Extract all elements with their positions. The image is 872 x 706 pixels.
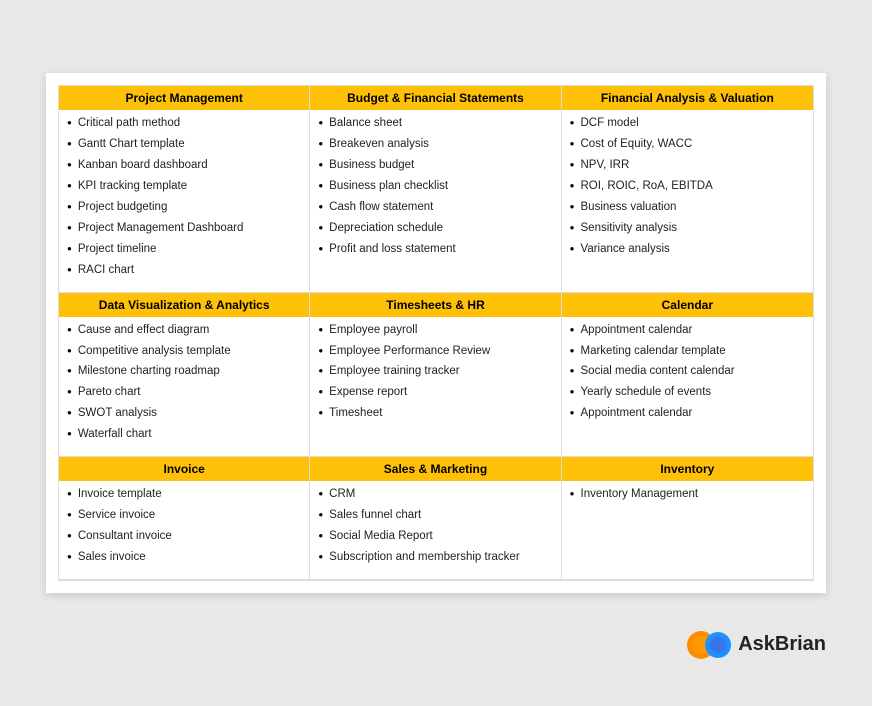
list-item[interactable]: KPI tracking template [67, 179, 301, 194]
section-body-calendar: Appointment calendar Marketing calendar t… [562, 317, 813, 436]
section-inventory: Inventory Inventory Management [562, 457, 813, 580]
list-item[interactable]: SWOT analysis [67, 406, 301, 421]
section-list-calendar: Appointment calendar Marketing calendar t… [570, 323, 805, 422]
section-header-project-management: Project Management [59, 86, 309, 110]
list-item[interactable]: Timesheet [318, 406, 552, 421]
list-item[interactable]: Subscription and membership tracker [318, 550, 552, 565]
section-body-inventory: Inventory Management [562, 481, 813, 516]
section-body-data-visualization: Cause and effect diagram Competitive anal… [59, 317, 309, 457]
section-list-inventory: Inventory Management [570, 487, 805, 502]
section-header-sales-marketing: Sales & Marketing [310, 457, 560, 481]
section-list-financial-analysis: DCF model Cost of Equity, WACC NPV, IRR ROI… [570, 116, 805, 257]
section-header-financial-analysis: Financial Analysis & Valuation [562, 86, 813, 110]
logo-icon [686, 627, 732, 663]
section-header-invoice: Invoice [59, 457, 309, 481]
section-project-management: Project Management Critical path method Ga… [59, 86, 310, 293]
list-item[interactable]: Cash flow statement [318, 200, 552, 215]
list-item[interactable]: Employee Performance Review [318, 344, 552, 359]
list-item[interactable]: CRM [318, 487, 552, 502]
list-item[interactable]: Project budgeting [67, 200, 301, 215]
section-list-project-management: Critical path method Gantt Chart template… [67, 116, 301, 278]
list-item[interactable]: Business valuation [570, 200, 805, 215]
list-item[interactable]: Breakeven analysis [318, 137, 552, 152]
list-item[interactable]: ROI, ROIC, RoA, EBITDA [570, 179, 805, 194]
list-item[interactable]: Waterfall chart [67, 427, 301, 442]
list-item[interactable]: Social Media Report [318, 529, 552, 544]
section-list-data-visualization: Cause and effect diagram Competitive anal… [67, 323, 301, 443]
section-sales-marketing: Sales & Marketing CRM Sales funnel chart So… [310, 457, 561, 580]
section-header-data-visualization: Data Visualization & Analytics [59, 293, 309, 317]
list-item[interactable]: Appointment calendar [570, 323, 805, 338]
list-item[interactable]: Social media content calendar [570, 364, 805, 379]
section-body-invoice: Invoice template Service invoice Consultan… [59, 481, 309, 579]
list-item[interactable]: Appointment calendar [570, 406, 805, 421]
list-item[interactable]: Cost of Equity, WACC [570, 137, 805, 152]
section-calendar: Calendar Appointment calendar Marketing ca… [562, 293, 813, 458]
list-item[interactable]: Sensitivity analysis [570, 221, 805, 236]
section-budget-financial: Budget & Financial Statements Balance she… [310, 86, 561, 293]
section-header-inventory: Inventory [562, 457, 813, 481]
main-grid: Project Management Critical path method Ga… [58, 85, 814, 581]
section-body-sales-marketing: CRM Sales funnel chart Social Media Report… [310, 481, 560, 579]
section-list-timesheets-hr: Employee payroll Employee Performance Rev… [318, 323, 552, 422]
section-body-project-management: Critical path method Gantt Chart template… [59, 110, 309, 292]
list-item[interactable]: Invoice template [67, 487, 301, 502]
list-item[interactable]: Sales funnel chart [318, 508, 552, 523]
list-item[interactable]: RACI chart [67, 263, 301, 278]
section-timesheets-hr: Timesheets & HREmployee payrollEmployee … [310, 293, 561, 458]
list-item[interactable]: Kanban board dashboard [67, 158, 301, 173]
list-item[interactable]: Variance analysis [570, 242, 805, 257]
list-item[interactable]: Marketing calendar template [570, 344, 805, 359]
section-list-budget-financial: Balance sheet Breakeven analysis Business … [318, 116, 552, 257]
list-item[interactable]: Gantt Chart template [67, 137, 301, 152]
list-item[interactable]: Milestone charting roadmap [67, 364, 301, 379]
section-header-timesheets-hr: Timesheets & HR [310, 293, 560, 317]
brand-name: AskBrian [738, 633, 826, 656]
list-item[interactable]: Employee training tracker [318, 364, 552, 379]
list-item[interactable]: Competitive analysis template [67, 344, 301, 359]
list-item[interactable]: Pareto chart [67, 385, 301, 400]
list-item[interactable]: Profit and loss statement [318, 242, 552, 257]
list-item[interactable]: Expense report [318, 385, 552, 400]
section-header-calendar: Calendar [562, 293, 813, 317]
branding-area: AskBrian [686, 627, 826, 663]
section-invoice: Invoice Invoice template Service invoice Co… [59, 457, 310, 580]
list-item[interactable]: NPV, IRR [570, 158, 805, 173]
list-item[interactable]: DCF model [570, 116, 805, 131]
list-item[interactable]: Balance sheet [318, 116, 552, 131]
section-body-budget-financial: Balance sheet Breakeven analysis Business … [310, 110, 560, 271]
section-data-visualization: Data Visualization & Analytics Cause and … [59, 293, 310, 458]
list-item[interactable]: Yearly schedule of events [570, 385, 805, 400]
list-item[interactable]: Consultant invoice [67, 529, 301, 544]
section-financial-analysis: Financial Analysis & Valuation DCF model C… [562, 86, 813, 293]
list-item[interactable]: Depreciation schedule [318, 221, 552, 236]
section-body-financial-analysis: DCF model Cost of Equity, WACC NPV, IRR ROI… [562, 110, 813, 271]
list-item[interactable]: Project Management Dashboard [67, 221, 301, 236]
list-item[interactable]: Business budget [318, 158, 552, 173]
list-item[interactable]: Project timeline [67, 242, 301, 257]
list-item[interactable]: Sales invoice [67, 550, 301, 565]
list-item[interactable]: Service invoice [67, 508, 301, 523]
list-item[interactable]: Inventory Management [570, 487, 805, 502]
list-item[interactable]: Employee payroll [318, 323, 552, 338]
section-list-invoice: Invoice template Service invoice Consultan… [67, 487, 301, 565]
section-body-timesheets-hr: Employee payroll Employee Performance Rev… [310, 317, 560, 436]
section-header-budget-financial: Budget & Financial Statements [310, 86, 560, 110]
list-item[interactable]: Business plan checklist [318, 179, 552, 194]
section-list-sales-marketing: CRM Sales funnel chart Social Media Report… [318, 487, 552, 565]
list-item[interactable]: Cause and effect diagram [67, 323, 301, 338]
list-item[interactable]: Critical path method [67, 116, 301, 131]
